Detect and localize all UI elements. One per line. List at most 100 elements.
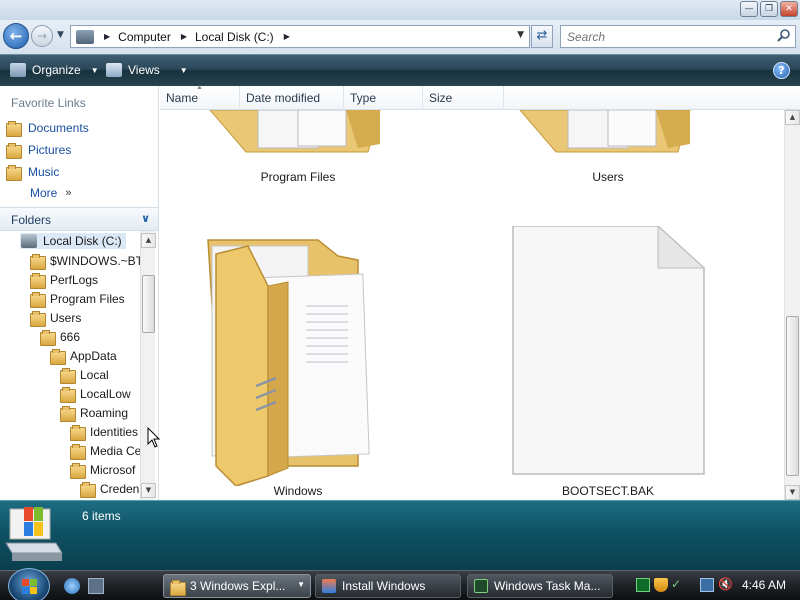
- organize-label: Organize: [32, 63, 81, 77]
- favorite-link-label: Documents: [28, 120, 89, 135]
- folders-header[interactable]: Folders ∨: [0, 207, 158, 231]
- performance-icon[interactable]: [636, 578, 650, 592]
- double-chevron-icon: »: [65, 187, 72, 199]
- scrollbar-thumb[interactable]: [786, 316, 799, 476]
- favorite-link-documents[interactable]: Documents: [6, 120, 89, 137]
- taskbar-button-windows-explorer[interactable]: 3 Windows Expl... ▼: [163, 574, 311, 598]
- tree-item-microsoft[interactable]: Microsof: [70, 462, 135, 479]
- scroll-up-icon[interactable]: ▲: [141, 233, 156, 248]
- tree-item-perflogs[interactable]: PerfLogs: [30, 272, 98, 289]
- views-button[interactable]: Views ▼: [106, 63, 188, 77]
- chevron-right-icon[interactable]: ▶: [284, 32, 290, 41]
- search-input[interactable]: [561, 26, 761, 47]
- tree-item-locallow[interactable]: LocalLow: [60, 386, 131, 403]
- taskbar-button-install-windows[interactable]: Install Windows: [315, 574, 461, 598]
- command-bar: Organize ▼ Views ▼ ?: [0, 54, 800, 86]
- folder-icon: [518, 109, 691, 153]
- taskbar-button-label: Windows Task Ma...: [494, 579, 601, 593]
- favorite-link-pictures[interactable]: Pictures: [6, 142, 72, 159]
- search-box[interactable]: [560, 25, 796, 48]
- close-button[interactable]: ✕: [780, 1, 798, 17]
- column-header-name[interactable]: ▲ Name: [160, 84, 240, 110]
- address-bar[interactable]: ▶ Computer ▶ Local Disk (C:) ▶ ▼: [70, 25, 530, 48]
- checkmark-icon[interactable]: ✓: [671, 578, 685, 592]
- taskbar-button-label: 3 Windows Expl...: [190, 579, 286, 593]
- tree-item-label: Creden: [100, 481, 140, 496]
- folder-icon: [60, 405, 76, 422]
- column-header-date-modified[interactable]: Date modified: [240, 86, 344, 110]
- tree-item-label: Media Ce: [90, 443, 140, 458]
- window-controls: — ❐ ✕: [740, 1, 798, 17]
- breadcrumb-local-disk[interactable]: Local Disk (C:): [195, 30, 274, 44]
- column-header-size[interactable]: Size: [423, 86, 504, 110]
- organize-button[interactable]: Organize ▼: [10, 63, 99, 77]
- file-name-label: Users: [592, 170, 624, 184]
- forward-button[interactable]: →: [31, 25, 53, 47]
- column-header-type[interactable]: Type: [344, 86, 423, 110]
- chevron-right-icon[interactable]: ▶: [181, 32, 187, 41]
- file-tile-windows[interactable]: Windows: [198, 236, 398, 501]
- tree-item-roaming[interactable]: Roaming: [60, 405, 128, 422]
- switch-windows-icon[interactable]: [88, 578, 104, 594]
- scroll-down-icon[interactable]: ▼: [141, 483, 156, 498]
- folder-icon: [80, 481, 96, 498]
- favorite-link-more[interactable]: More »: [30, 186, 71, 200]
- views-icon: [106, 63, 122, 77]
- network-icon[interactable]: [700, 578, 714, 592]
- folder-icon: [30, 272, 46, 289]
- breadcrumb-computer[interactable]: Computer: [118, 30, 171, 44]
- folder-icon: [30, 310, 46, 327]
- tree-item-label: AppData: [70, 348, 117, 363]
- drive-icon: [5, 507, 63, 561]
- help-icon[interactable]: ?: [773, 62, 790, 79]
- minimize-button[interactable]: —: [740, 1, 758, 17]
- search-icon[interactable]: [777, 29, 790, 42]
- file-tile-bootsect[interactable]: BOOTSECT.BAK: [508, 224, 708, 501]
- folder-icon: [40, 329, 56, 346]
- refresh-button[interactable]: ⇄: [531, 25, 553, 48]
- favorite-link-label: Pictures: [28, 142, 72, 157]
- chevron-right-icon[interactable]: ▶: [104, 32, 110, 41]
- chevron-down-icon[interactable]: ∨: [141, 212, 150, 225]
- recent-pages-dropdown[interactable]: ▼: [57, 30, 64, 40]
- tree-item-label: Local: [80, 367, 109, 382]
- scroll-down-icon[interactable]: ▼: [785, 485, 800, 500]
- tree-item-windows-bt[interactable]: $WINDOWS.~BT: [30, 253, 140, 270]
- folder-tree-scrollbar[interactable]: ▲ ▼: [140, 231, 156, 500]
- item-count: 6 items: [82, 509, 121, 523]
- tree-item-666[interactable]: 666: [40, 329, 81, 346]
- tree-item-program-files[interactable]: Program Files: [30, 291, 125, 308]
- security-shield-icon[interactable]: [654, 578, 668, 592]
- taskbar-button-task-manager[interactable]: Windows Task Ma...: [467, 574, 613, 598]
- column-header-label: Date modified: [246, 91, 321, 105]
- internet-explorer-icon[interactable]: [64, 578, 80, 594]
- sort-ascending-icon: ▲: [196, 84, 203, 91]
- scrollbar-thumb[interactable]: [142, 275, 155, 333]
- tree-item-label: 666: [60, 329, 81, 344]
- folder-icon: [30, 253, 46, 270]
- favorite-link-label: Music: [28, 164, 60, 179]
- tree-item-users[interactable]: Users: [30, 310, 82, 327]
- scroll-up-icon[interactable]: ▲: [785, 110, 800, 125]
- mouse-cursor-icon: [147, 427, 161, 448]
- tree-item-media-center[interactable]: Media Ce: [70, 443, 140, 460]
- start-button[interactable]: [8, 568, 50, 600]
- favorite-link-music[interactable]: Music: [6, 164, 60, 181]
- tree-item-local[interactable]: Local: [60, 367, 109, 384]
- address-history-dropdown[interactable]: ▼: [517, 30, 524, 40]
- documents-icon: [6, 120, 22, 137]
- file-list-scrollbar[interactable]: ▲ ▼: [784, 110, 800, 500]
- taskbar-button-label: Install Windows: [342, 579, 426, 593]
- tree-item-label: Users: [50, 310, 82, 325]
- maximize-button[interactable]: ❐: [760, 1, 778, 17]
- tree-item-appdata[interactable]: AppData: [50, 348, 117, 365]
- tree-item-local-disk[interactable]: Local Disk (C:): [20, 233, 126, 249]
- favorite-link-label: More: [30, 186, 58, 200]
- folder-icon: [30, 291, 46, 308]
- back-button[interactable]: ←: [3, 23, 29, 49]
- clock[interactable]: 4:46 AM: [742, 578, 786, 592]
- tree-item-credentials[interactable]: Creden: [80, 481, 140, 498]
- volume-muted-icon[interactable]: 🔇: [718, 578, 733, 592]
- folder-icon: [50, 348, 66, 365]
- tree-item-identities[interactable]: Identities: [70, 424, 138, 441]
